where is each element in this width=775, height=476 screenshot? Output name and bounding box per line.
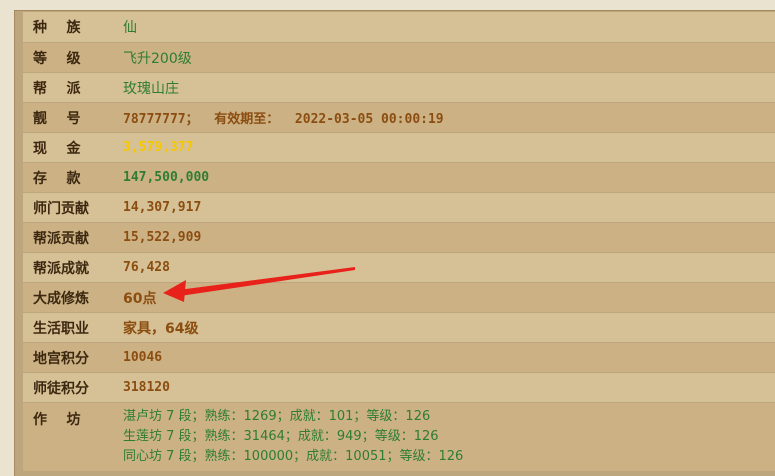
red-arrow-icon [163, 267, 355, 302]
